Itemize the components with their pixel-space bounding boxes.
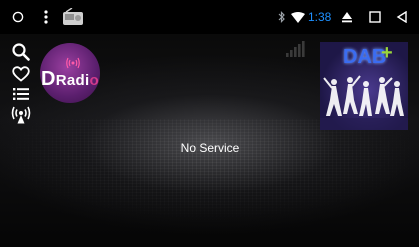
- station-logo: DRadio: [40, 43, 100, 103]
- logo-text: DRadio: [41, 68, 99, 91]
- logo-letters-radi: Radi: [55, 71, 90, 89]
- clock: 1:38: [308, 10, 332, 24]
- home-button[interactable]: [12, 0, 24, 34]
- radio-app-button[interactable]: [62, 0, 84, 34]
- logo-broadcast-icon: [66, 57, 80, 69]
- logo-letter-d: D: [41, 67, 56, 90]
- favorite-button[interactable]: [10, 66, 32, 82]
- triangle-back-icon: [396, 11, 407, 23]
- search-icon: [12, 43, 30, 61]
- status-bar: 1:38: [0, 0, 419, 34]
- wifi-indicator: [291, 0, 305, 34]
- bluetooth-icon: [278, 11, 285, 23]
- dancers-silhouette-image: [320, 75, 408, 130]
- list-icon: [13, 88, 29, 100]
- station-list-button[interactable]: [10, 87, 32, 101]
- wifi-icon: [291, 11, 305, 23]
- radio-app-icon: [63, 8, 83, 25]
- square-recents-icon: [369, 11, 381, 23]
- eject-button[interactable]: [341, 0, 353, 34]
- scan-antenna-icon: [11, 106, 31, 124]
- status-message: No Service: [180, 141, 240, 155]
- signal-strength-indicator: [285, 40, 307, 62]
- signal-bars-icon: [286, 41, 305, 57]
- back-button[interactable]: [396, 0, 408, 34]
- eject-icon: [342, 12, 352, 23]
- menu-button[interactable]: [44, 0, 48, 34]
- circle-home-icon: [12, 11, 24, 23]
- logo-letter-o: o: [89, 71, 99, 89]
- scan-button[interactable]: [10, 106, 32, 124]
- vertical-dots-icon: [44, 10, 48, 24]
- bluetooth-indicator: [278, 0, 286, 34]
- recents-button[interactable]: [369, 0, 381, 34]
- search-button[interactable]: [10, 42, 32, 62]
- album-art: DAB +: [320, 42, 408, 130]
- background-floor-texture: [0, 119, 419, 247]
- favorite-heart-icon: [12, 66, 30, 82]
